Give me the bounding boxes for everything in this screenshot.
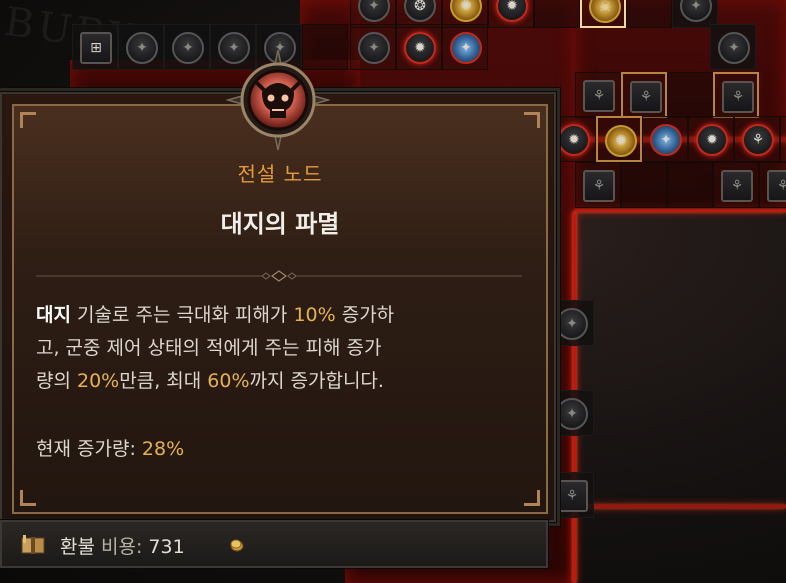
- paragon-node[interactable]: ⊞: [80, 32, 112, 64]
- paragon-node[interactable]: ✹: [496, 0, 528, 22]
- board-grid-row5: ⚘ ⚘ ⚘: [575, 162, 786, 208]
- paragon-node[interactable]: ⚘: [721, 170, 753, 202]
- paragon-node[interactable]: ✦: [358, 32, 390, 64]
- refund-cost-value: 731: [148, 536, 185, 558]
- tooltip-frame: 전설 노드 대지의 파멸 대지 기술로 주는 극대화 피해가 10% 증가하 고…: [0, 49, 556, 522]
- glyph-icon: ✺: [615, 133, 627, 149]
- paragon-node[interactable]: ✦: [718, 32, 750, 64]
- board-grid-row3: ⚘ ⚘ ⚘: [575, 72, 759, 118]
- current-bonus-value: 28%: [141, 438, 185, 460]
- paragon-node[interactable]: ⚘: [630, 81, 662, 113]
- glyph-icon: ⚘: [730, 178, 744, 194]
- glyph-icon: ⚘: [731, 89, 745, 105]
- paragon-node[interactable]: ✦: [172, 32, 204, 64]
- description-line-2: 고, 군중 제어 상태의 적에게 주는 피해 증가: [36, 337, 382, 359]
- refund-bar[interactable]: 환불 비용: 731: [0, 520, 548, 568]
- glyph-icon: ✦: [690, 0, 702, 14]
- book-icon: [21, 535, 45, 554]
- node-description: 대지 기술로 주는 극대화 피해가 10% 증가하 고, 군중 제어 상태의 적…: [36, 299, 526, 398]
- paragon-node[interactable]: ❂: [404, 0, 436, 22]
- frame-corner: [524, 112, 540, 128]
- glyph-icon: ⚘: [592, 88, 606, 104]
- demon-skull-icon: [226, 49, 330, 151]
- frame-corner: [20, 490, 36, 506]
- paragon-node[interactable]: ✦: [556, 308, 588, 340]
- glyph-icon: ⚘: [776, 178, 786, 194]
- paragon-node[interactable]: ⚘: [742, 124, 774, 156]
- paragon-node[interactable]: ⚘: [583, 80, 615, 112]
- board-grid-row2b: ✦ ✹ ✦: [350, 24, 488, 70]
- glyph-icon: ✦: [728, 40, 740, 56]
- glyph-icon: ⚘: [751, 132, 765, 148]
- legendary-node-tooltip: 전설 노드 대지의 파멸 대지 기술로 주는 극대화 피해가 10% 증가하 고…: [0, 49, 556, 583]
- glyph-icon: ✹: [414, 40, 426, 56]
- description-line-3: 량의 20%만큼, 최대 60%까지 증가합니다.: [36, 370, 384, 392]
- glyph-icon: ✦: [368, 0, 380, 14]
- glyph-icon: ✦: [136, 40, 148, 56]
- tooltip-divider: [36, 270, 522, 282]
- paragon-node[interactable]: ✺: [605, 125, 637, 157]
- glyph-icon: ✦: [460, 40, 472, 56]
- node-rarity: 전설 노드: [237, 162, 323, 186]
- refund-cost-label: 환불 비용: 731: [60, 536, 185, 558]
- paragon-node[interactable]: ✦: [680, 0, 712, 22]
- paragon-node[interactable]: ✺: [450, 0, 482, 22]
- glyph-icon: ✦: [660, 132, 672, 148]
- selected-legendary-node[interactable]: ☠: [589, 0, 621, 23]
- paragon-node[interactable]: ⚘: [767, 170, 786, 202]
- paragon-node[interactable]: ✹: [696, 124, 728, 156]
- glyph-icon: ✦: [566, 406, 578, 422]
- skull-icon: ☠: [598, 0, 612, 15]
- paragon-node[interactable]: ⚘: [583, 170, 615, 202]
- scaling-value: 20%: [77, 370, 120, 392]
- max-value: 60%: [207, 370, 250, 392]
- paragon-node[interactable]: ✹: [558, 124, 590, 156]
- crit-bonus-value: 10%: [293, 304, 336, 326]
- glyph-icon: ✦: [566, 316, 578, 332]
- glyph-icon: ✦: [182, 40, 194, 56]
- glyph-icon: ✦: [368, 40, 380, 56]
- frame-corner: [20, 112, 36, 128]
- glyph-icon: ⚘: [592, 178, 606, 194]
- board-border-glow: [575, 210, 786, 212]
- description-line-1: 대지 기술로 주는 극대화 피해가 10% 증가하: [36, 304, 395, 326]
- gate-icon: ⊞: [90, 40, 102, 56]
- paragon-node[interactable]: ✦: [450, 32, 482, 64]
- gold-coin-icon: [230, 539, 244, 552]
- paragon-node[interactable]: ⚘: [556, 480, 588, 512]
- glyph-icon: ✹: [506, 0, 518, 14]
- board-grid-row4: ✹ ✺ ✦ ✹ ⚘ ⚘: [550, 116, 786, 162]
- glyph-icon: ✹: [706, 132, 718, 148]
- paragon-node[interactable]: ⚘: [722, 81, 754, 113]
- paragon-node[interactable]: ✦: [650, 124, 682, 156]
- paragon-node[interactable]: ✦: [556, 398, 588, 430]
- glyph-icon: ✺: [460, 0, 472, 14]
- node-title: 대지의 파멸: [220, 209, 340, 238]
- current-bonus: 현재 증가량: 28%: [36, 438, 185, 460]
- glyph-icon: ✹: [568, 132, 580, 148]
- paragon-node[interactable]: ✹: [404, 32, 436, 64]
- glyph-icon: ⚘: [565, 488, 579, 504]
- skill-keyword: 대지: [36, 304, 71, 326]
- paragon-node[interactable]: ✦: [126, 32, 158, 64]
- glyph-icon: ❂: [414, 0, 426, 14]
- glyph-icon: ⚘: [639, 89, 653, 105]
- paragon-node[interactable]: ✦: [358, 0, 390, 22]
- frame-corner: [524, 490, 540, 506]
